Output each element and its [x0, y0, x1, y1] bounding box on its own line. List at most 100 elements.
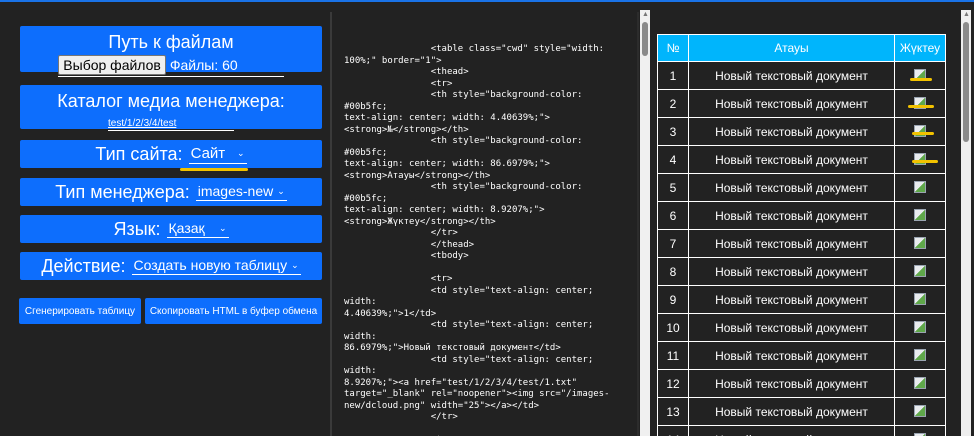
row-number: 11 [657, 341, 689, 370]
table-row: 2 Новый текстовый документ [657, 89, 946, 118]
table-row: 8 Новый текстовый документ [657, 257, 946, 286]
row-document-name: Новый текстовый документ [688, 173, 895, 202]
download-image-icon[interactable] [914, 405, 926, 417]
row-document-name: Новый текстовый документ [688, 425, 895, 436]
row-download-cell [894, 425, 946, 436]
table-header-row: № Атауы Жүктеу [657, 34, 946, 62]
row-download-cell [894, 313, 946, 342]
site-type-label: Тип сайта: [95, 143, 183, 164]
row-number: 8 [657, 257, 689, 286]
row-document-name: Новый текстовый документ [688, 117, 895, 146]
chevron-down-icon: ⌄ [277, 185, 285, 196]
copy-html-button[interactable]: Скопировать HTML в буфер обмена [145, 298, 322, 324]
row-number: 9 [657, 285, 689, 314]
row-number: 14 [657, 425, 689, 436]
table-row: 3 Новый текстовый документ [657, 117, 946, 146]
download-image-icon[interactable] [914, 321, 926, 333]
table-row: 7 Новый текстовый документ [657, 229, 946, 258]
scroll-up-icon[interactable]: ▲ [963, 11, 970, 18]
row-document-name: Новый текстовый документ [688, 257, 895, 286]
row-number: 13 [657, 397, 689, 426]
row-document-name: Новый текстовый документ [688, 341, 895, 370]
download-image-icon[interactable] [914, 125, 926, 137]
code-scrollbar[interactable]: ▲ [640, 10, 650, 436]
site-type-section: Тип сайта: Сайт ⌄ [20, 140, 322, 168]
highlight-mark [910, 78, 932, 81]
download-image-icon[interactable] [914, 377, 926, 389]
table-row: 12 Новый текстовый документ [657, 369, 946, 398]
row-document-name: Новый текстовый документ [688, 369, 895, 398]
language-value: Қазақ [168, 220, 205, 236]
row-document-name: Новый текстовый документ [688, 229, 895, 258]
row-document-name: Новый текстовый документ [688, 89, 895, 118]
preview-table: № Атауы Жүктеу 1 Новый текстовый документ… [657, 34, 946, 436]
media-catalog-title: Каталог медиа менеджера: [57, 91, 285, 111]
table-row: 1 Новый текстовый документ [657, 61, 946, 90]
highlight-mark [912, 160, 938, 163]
row-number: 7 [657, 229, 689, 258]
media-catalog-section: Каталог медиа менеджера: test/1/2/3/4/te… [20, 85, 322, 131]
download-image-icon[interactable] [914, 153, 926, 165]
row-download-cell [894, 341, 946, 370]
row-number: 6 [657, 201, 689, 230]
row-download-cell [894, 173, 946, 202]
row-number: 3 [657, 117, 689, 146]
row-download-cell [894, 397, 946, 426]
row-document-name: Новый текстовый документ [688, 285, 895, 314]
row-document-name: Новый текстовый документ [688, 145, 895, 174]
chevron-down-icon: ⌄ [218, 222, 227, 233]
highlight-mark [180, 168, 248, 171]
row-number: 12 [657, 369, 689, 398]
panel-divider [330, 12, 332, 436]
manager-type-value: images-new [197, 183, 274, 199]
choose-files-button[interactable]: Выбор файлов [58, 55, 166, 75]
language-label: Язык: [113, 218, 161, 239]
download-image-icon[interactable] [914, 293, 926, 305]
scrollbar-thumb[interactable] [642, 22, 648, 56]
highlight-mark [908, 105, 934, 108]
language-select[interactable]: Қазақ ⌄ [166, 220, 229, 238]
path-section: Путь к файлам Выбор файлов Файлы: 60 [20, 26, 322, 77]
action-select[interactable]: Создать новую таблицу ⌄ [131, 257, 301, 275]
row-download-cell [894, 229, 946, 258]
manager-type-section: Тип менеджера: images-new ⌄ [20, 178, 322, 206]
site-type-value: Сайт [190, 144, 226, 162]
manager-type-select[interactable]: images-new ⌄ [195, 183, 287, 201]
files-count-label: Файлы: 60 [169, 57, 238, 73]
action-value: Создать новую таблицу [133, 257, 288, 273]
row-download-cell [894, 61, 946, 90]
language-section: Язык: Қазақ ⌄ [20, 215, 322, 243]
table-row: 13 Новый текстовый документ [657, 397, 946, 426]
html-code-output[interactable]: <table class="cwd" style="width: 100%;" … [344, 44, 628, 436]
site-type-select[interactable]: Сайт ⌄ [188, 144, 247, 164]
page-scrollbar[interactable]: ▲ [961, 10, 971, 436]
action-label: Действие: [41, 255, 126, 276]
highlight-mark [912, 132, 934, 135]
table-row: 11 Новый текстовый документ [657, 341, 946, 370]
media-catalog-input[interactable]: test/1/2/3/4/test [108, 118, 234, 131]
chevron-down-icon: ⌄ [291, 259, 299, 270]
row-document-name: Новый текстовый документ [688, 397, 895, 426]
row-number: 2 [657, 89, 689, 118]
row-number: 4 [657, 145, 689, 174]
download-image-icon[interactable] [914, 265, 926, 277]
table-row: 6 Новый текстовый документ [657, 201, 946, 230]
row-document-name: Новый текстовый документ [688, 313, 895, 342]
scrollbar-thumb[interactable] [963, 22, 969, 142]
scroll-up-icon[interactable]: ▲ [642, 11, 649, 18]
download-image-icon[interactable] [914, 181, 926, 193]
table-row: 9 Новый текстовый документ [657, 285, 946, 314]
download-image-icon[interactable] [914, 209, 926, 221]
row-download-cell [894, 285, 946, 314]
table-row: 4 Новый текстовый документ [657, 145, 946, 174]
row-download-cell [894, 369, 946, 398]
generate-table-button[interactable]: Сгенерировать таблицу [19, 298, 141, 324]
table-row: 10 Новый текстовый документ [657, 313, 946, 342]
row-download-cell [894, 257, 946, 286]
row-document-name: Новый текстовый документ [688, 61, 895, 90]
panel-divider [637, 12, 639, 436]
row-number: 5 [657, 173, 689, 202]
download-image-icon[interactable] [914, 237, 926, 249]
row-number: 10 [657, 313, 689, 342]
download-image-icon[interactable] [914, 349, 926, 361]
